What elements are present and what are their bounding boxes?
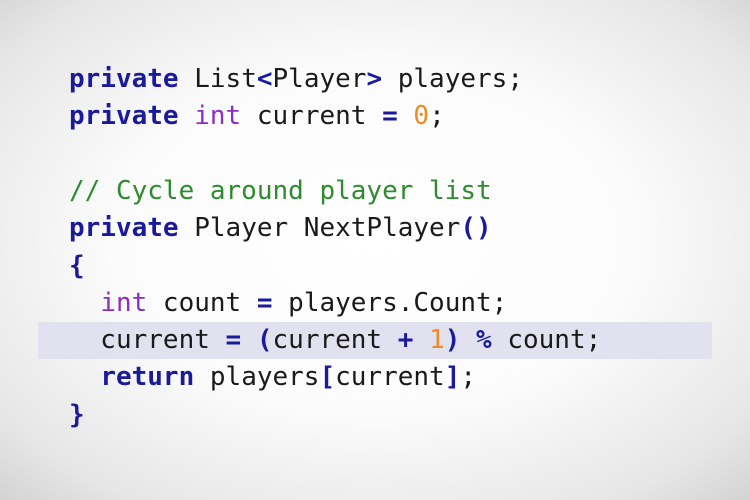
code-token-ident: [69, 288, 100, 318]
code-token-ident: [241, 325, 257, 355]
code-token-op: {: [69, 250, 85, 281]
code-token-op: >: [366, 64, 383, 94]
code-token-ident: current: [272, 325, 398, 356]
code-token-ident: ;: [460, 362, 477, 393]
code-line: int count = players.Count;: [69, 285, 507, 322]
code-token-ident: players.Count;: [272, 287, 508, 318]
code-token-op: <: [256, 64, 273, 94]
code-line: // Cycle around player list: [69, 173, 492, 210]
code-line: return players[current];: [69, 359, 476, 396]
code-token-ident: Player NextPlayer: [178, 213, 461, 244]
code-token-number: 0: [413, 101, 430, 132]
code-snippet: private List<Player> players; private int…: [0, 0, 750, 500]
code-token-keyword: private: [69, 64, 179, 94]
code-token-op: (: [256, 325, 273, 356]
code-token-op: =: [382, 101, 398, 132]
code-token-ident: [398, 101, 414, 131]
code-token-ident: [413, 325, 429, 355]
code-token-keyword: private: [69, 213, 179, 244]
code-token-ident: current: [335, 362, 445, 393]
code-token-op: }: [69, 399, 85, 430]
code-token-ident: [179, 101, 195, 131]
code-line: {: [69, 248, 85, 285]
code-line: private int current = 0;: [69, 98, 445, 135]
code-token-type: int: [100, 287, 148, 318]
code-line: }: [69, 397, 85, 434]
code-token-op: [: [319, 362, 336, 393]
code-token-op: =: [256, 287, 273, 318]
code-token-ident: count: [147, 287, 257, 318]
code-token-op: =: [225, 325, 242, 356]
code-token-ident: current: [69, 325, 226, 356]
code-token-keyword: return: [100, 362, 195, 393]
code-token-ident: [69, 362, 100, 392]
code-token-ident: [460, 325, 476, 355]
code-token-ident: players: [194, 362, 320, 393]
code-token-ident: count;: [491, 325, 602, 356]
code-token-op: (): [460, 213, 492, 244]
code-token-ident: Player: [272, 64, 367, 94]
code-token-keyword: private: [69, 101, 179, 132]
code-token-op: ]: [444, 362, 461, 393]
code-token-op: +: [397, 325, 414, 356]
code-line: current = (current + 1) % count;: [69, 322, 601, 359]
code-token-ident: List: [178, 64, 257, 94]
code-token-type: int: [194, 101, 242, 132]
code-token-op: %: [476, 325, 492, 356]
code-token-ident: players;: [382, 64, 523, 94]
code-line: private Player NextPlayer(): [69, 210, 492, 247]
code-token-number: 1: [429, 325, 445, 356]
code-token-op: ): [444, 325, 461, 356]
code-line: private List<Player> players;: [69, 61, 523, 98]
code-token-ident: current: [241, 101, 383, 132]
code-token-comment: // Cycle around player list: [69, 175, 492, 206]
code-token-ident: ;: [429, 101, 445, 132]
